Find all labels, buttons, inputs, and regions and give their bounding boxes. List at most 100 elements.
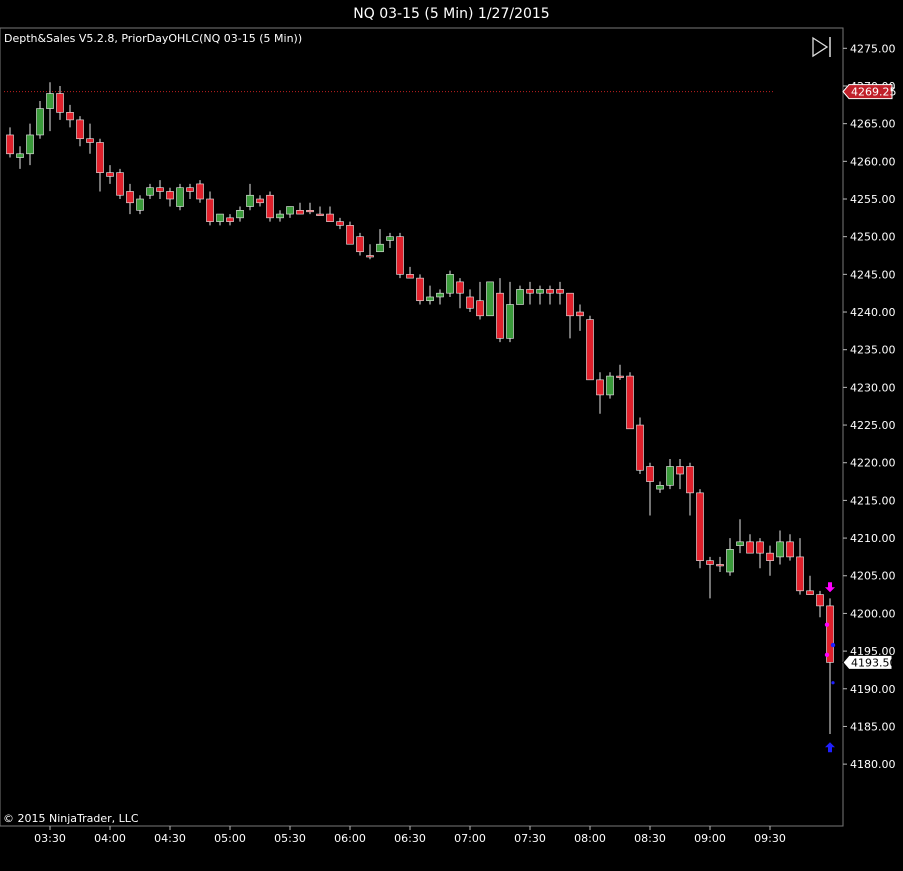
- price-tick-label: 4205.00: [850, 570, 896, 583]
- price-tick-label: 4200.00: [850, 607, 896, 620]
- candle-body: [696, 492, 704, 561]
- candle: [116, 168, 124, 200]
- candle: [646, 462, 654, 516]
- candle: [256, 195, 264, 207]
- candle: [86, 123, 94, 154]
- candle-body: [446, 274, 454, 294]
- candle: [196, 180, 204, 203]
- candle-body: [406, 274, 414, 279]
- time-tick-label: 07:30: [514, 832, 546, 845]
- candle: [176, 183, 184, 211]
- time-tick-label: 04:30: [154, 832, 186, 845]
- candle: [816, 590, 824, 618]
- candle: [96, 138, 104, 192]
- candle-body: [506, 304, 514, 339]
- time-tick-label: 06:00: [334, 832, 366, 845]
- candle-body: [606, 375, 614, 396]
- candle-body: [566, 292, 574, 317]
- candle: [56, 85, 64, 120]
- candle-body: [216, 213, 224, 222]
- candle-body: [166, 191, 174, 200]
- price-chart[interactable]: 4275.004270.004265.004260.004255.004250.…: [0, 0, 903, 871]
- candle: [146, 183, 154, 200]
- candle: [376, 229, 384, 253]
- candle-body: [716, 564, 724, 567]
- candle-body: [196, 183, 204, 200]
- candle-body: [286, 206, 294, 215]
- candle-body: [256, 198, 264, 204]
- price-tick-label: 4220.00: [850, 457, 896, 470]
- candle: [326, 206, 334, 222]
- candle: [466, 289, 474, 313]
- trade-dot: [830, 642, 836, 648]
- candle-body: [676, 466, 684, 475]
- candle-body: [726, 549, 734, 573]
- price-tick-label: 4190.00: [850, 683, 896, 696]
- candle: [596, 372, 604, 414]
- sell-arrow-icon: [825, 582, 835, 593]
- candlestick-series: [6, 82, 834, 734]
- price-tick-label: 4230.00: [850, 381, 896, 394]
- candle-body: [516, 289, 524, 305]
- candle: [496, 278, 504, 343]
- candle-body: [796, 556, 804, 592]
- last-price-tag: 4193.50: [842, 654, 897, 670]
- candle-body: [456, 281, 464, 294]
- candle-body: [816, 594, 824, 607]
- candle: [696, 489, 704, 569]
- candle-body: [426, 296, 434, 302]
- candle: [356, 232, 364, 256]
- candle: [536, 285, 544, 305]
- time-axis[interactable]: 03:30 04:00 04:30 05:00 05:30 06:00 06:30 07:00…: [34, 826, 786, 845]
- candle: [516, 285, 524, 305]
- candle: [276, 210, 284, 222]
- price-tick-label: 4210.00: [850, 532, 896, 545]
- candle-body: [786, 541, 794, 558]
- candle: [166, 187, 174, 207]
- candle: [416, 274, 424, 305]
- candle: [76, 116, 84, 147]
- last-price-tag-label: 4193.50: [851, 656, 897, 669]
- candle: [126, 183, 134, 215]
- candle: [336, 217, 344, 230]
- candle: [226, 214, 234, 226]
- time-tick-label: 05:00: [214, 832, 246, 845]
- candle-body: [156, 187, 164, 192]
- candle-body: [546, 289, 554, 294]
- candle-body: [486, 281, 494, 317]
- price-tick-label: 4250.00: [850, 231, 896, 244]
- candle: [716, 556, 724, 572]
- chart-scroll-end-icon[interactable]: [812, 36, 831, 58]
- candle-body: [146, 187, 154, 196]
- candle-body: [556, 289, 564, 294]
- candle: [26, 123, 34, 166]
- candle-body: [136, 198, 144, 211]
- candle: [576, 304, 584, 331]
- candle-body: [386, 236, 394, 241]
- candle: [666, 458, 674, 490]
- candle-body: [756, 541, 764, 554]
- candle: [386, 232, 394, 248]
- candle-body: [96, 142, 104, 173]
- candle: [796, 538, 804, 595]
- candle-body: [306, 210, 314, 213]
- candle-body: [226, 217, 234, 222]
- candle-body: [206, 198, 214, 222]
- candle-body: [776, 541, 784, 558]
- price-tick-label: 4215.00: [850, 494, 896, 507]
- candle: [446, 270, 454, 297]
- candle: [636, 417, 644, 475]
- candle-body: [356, 236, 364, 253]
- candle-body: [76, 119, 84, 140]
- indicator-label: Depth&Sales V5.2.8, PriorDayOHLC(NQ 03-1…: [4, 32, 303, 45]
- candle: [16, 146, 24, 169]
- time-tick-label: 04:00: [94, 832, 126, 845]
- candle: [826, 598, 834, 734]
- candle: [676, 458, 684, 490]
- candle: [786, 534, 794, 561]
- candle: [586, 315, 594, 381]
- candle-body: [366, 255, 374, 258]
- price-tick-label: 4275.00: [850, 42, 896, 55]
- candle-body: [476, 300, 484, 317]
- candle: [346, 221, 354, 245]
